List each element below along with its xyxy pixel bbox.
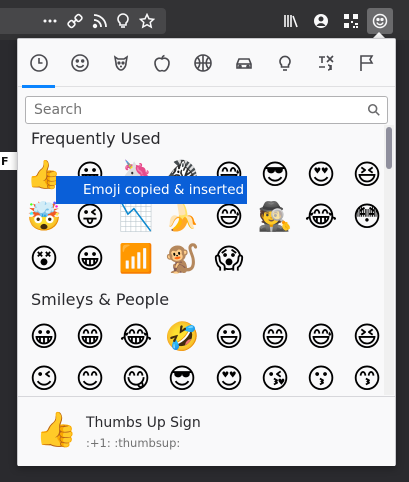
emoji-button[interactable]: 😎 <box>255 155 295 195</box>
search-input[interactable] <box>26 102 361 118</box>
section-title-frequently-used: Frequently Used <box>31 129 161 148</box>
copied-tooltip: Emoji copied & inserted <box>56 176 247 204</box>
tab-symbols[interactable] <box>305 39 346 87</box>
emoji-button[interactable]: 😵 <box>24 239 64 279</box>
emoji-grid: Frequently Used Smileys & People 👍 😀 🦄 🦓 😅 😎 😍… <box>18 125 395 395</box>
qr-code-icon[interactable] <box>341 11 361 31</box>
emoji-button[interactable]: 😎 <box>162 359 202 395</box>
scrollbar[interactable] <box>384 125 394 395</box>
search-box <box>25 96 388 124</box>
emoji-button[interactable]: 😗 <box>301 359 341 395</box>
browser-toolbar <box>0 0 409 40</box>
dog-icon <box>113 55 128 71</box>
preview-emoji: 👍 <box>35 410 78 450</box>
tab-objects[interactable] <box>264 39 305 87</box>
emoji-button[interactable]: 😘 <box>255 359 295 395</box>
emoji-button[interactable]: 😆 <box>347 317 387 357</box>
emoji-picker-icon[interactable] <box>367 8 393 34</box>
emoji-button[interactable]: 😳 <box>347 197 387 237</box>
library-icon[interactable] <box>281 11 301 31</box>
section-title-smileys-people: Smileys & People <box>31 290 170 309</box>
basketball-icon <box>193 54 212 72</box>
tab-food[interactable] <box>141 39 182 87</box>
scrollbar-thumb[interactable] <box>386 127 392 169</box>
emoji-button[interactable]: 📶 <box>116 239 156 279</box>
emoji-button[interactable]: 😙 <box>347 359 387 395</box>
url-link-icon[interactable] <box>65 11 85 31</box>
emoji-button[interactable]: 😍 <box>209 359 249 395</box>
emoji-button[interactable]: 😁 <box>70 317 110 357</box>
smiley-icon <box>70 54 89 72</box>
emoji-button[interactable]: 😃 <box>209 317 249 357</box>
symbols-icon <box>318 55 334 71</box>
lightbulb-icon[interactable] <box>113 11 133 31</box>
tab-travel[interactable] <box>223 39 264 87</box>
emoji-preview: 👍 Thumbs Up Sign :+1: :thumbsup: <box>18 396 395 466</box>
emoji-button[interactable]: 😉 <box>24 359 64 395</box>
emoji-button[interactable]: 😀 <box>24 317 64 357</box>
tab-flags[interactable] <box>346 39 387 87</box>
emoji-button[interactable]: 😋 <box>116 359 156 395</box>
category-tabs <box>18 39 395 88</box>
emoji-button[interactable]: 😅 <box>301 317 341 357</box>
emoji-button[interactable]: 😍 <box>301 155 341 195</box>
emoji-button[interactable]: 😆 <box>347 155 387 195</box>
flag-icon <box>359 55 373 71</box>
emoji-button[interactable]: 😀 <box>70 239 110 279</box>
emoji-button[interactable]: 😂 <box>116 317 156 357</box>
emoji-picker-panel: Frequently Used Smileys & People 👍😀🦄🦓😅😎😍… <box>17 38 396 466</box>
search-icon[interactable] <box>361 103 387 117</box>
preview-shortcodes: :+1: :thumbsup: <box>86 436 181 450</box>
emoji-button[interactable]: 🕵 <box>255 197 295 237</box>
emoji-button[interactable]: 😄 <box>255 317 295 357</box>
clock-icon <box>29 54 48 72</box>
tab-recent[interactable] <box>18 39 59 88</box>
tab-activities[interactable] <box>182 39 223 87</box>
car-icon <box>235 58 252 69</box>
lightbulb-icon <box>278 55 291 71</box>
account-icon[interactable] <box>311 11 331 31</box>
emoji-button[interactable]: 🐒 <box>162 239 202 279</box>
emoji-button[interactable]: 😱 <box>209 239 249 279</box>
emoji-button[interactable]: 😂 <box>301 197 341 237</box>
more-dots-icon[interactable] <box>40 11 60 31</box>
preview-emoji-name: Thumbs Up Sign <box>86 415 201 431</box>
apple-icon <box>153 54 170 72</box>
emoji-button[interactable]: 🤣 <box>162 317 202 357</box>
emoji-button[interactable]: 😊 <box>70 359 110 395</box>
rss-icon[interactable] <box>90 11 110 31</box>
star-icon[interactable] <box>137 11 157 31</box>
tab-animals[interactable] <box>100 39 141 87</box>
tab-smileys[interactable] <box>59 39 100 87</box>
